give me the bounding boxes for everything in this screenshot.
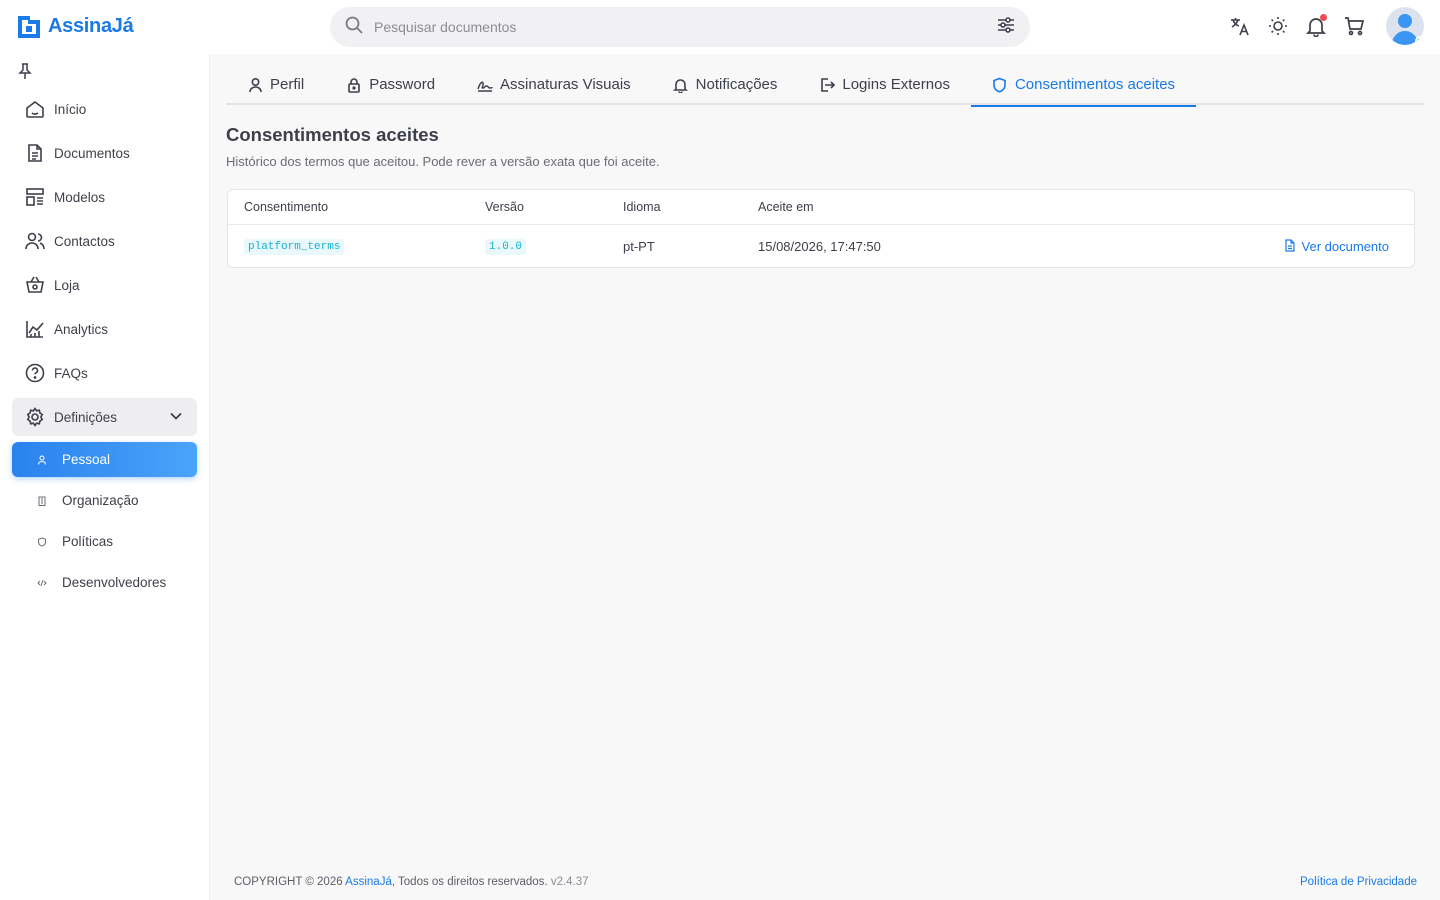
user-avatar[interactable] bbox=[1386, 7, 1424, 45]
pin-icon[interactable] bbox=[17, 62, 33, 85]
cart-icon[interactable] bbox=[1342, 14, 1366, 38]
notification-badge bbox=[1320, 14, 1327, 21]
sidebar-item-label: Documentos bbox=[54, 145, 130, 161]
sidebar-subitem-pessoal[interactable]: Pessoal bbox=[12, 442, 197, 477]
lock-icon bbox=[346, 77, 362, 93]
tab-perfil[interactable]: Perfil bbox=[226, 64, 325, 105]
tab-label: Password bbox=[369, 76, 436, 93]
sidebar-item-inicio[interactable]: Início bbox=[12, 90, 197, 128]
search-input[interactable]: Pesquisar documentos bbox=[374, 19, 996, 35]
sidebar-item-contactos[interactable]: Contactos bbox=[12, 222, 197, 260]
theme-sun-icon[interactable] bbox=[1266, 14, 1290, 38]
brand-logo[interactable]: AssinaJá bbox=[16, 12, 134, 40]
sidebar-item-label: Loja bbox=[54, 277, 80, 293]
consents-table: Consentimento Versão Idioma Aceite em pl… bbox=[227, 189, 1415, 268]
sidebar-item-label: FAQs bbox=[54, 365, 88, 381]
tab-notificacoes[interactable]: Notificações bbox=[652, 64, 799, 105]
view-document-link[interactable]: Ver documento bbox=[1284, 238, 1389, 255]
tab-label: Assinaturas Visuais bbox=[500, 76, 631, 93]
tab-password[interactable]: Password bbox=[325, 64, 456, 105]
user-icon bbox=[36, 454, 48, 466]
sidebar: Início Documentos Modelos Contactos Loja… bbox=[0, 54, 210, 900]
document-icon bbox=[24, 142, 46, 164]
sidebar-group-definicoes[interactable]: Definições bbox=[12, 398, 197, 436]
user-icon bbox=[247, 77, 263, 93]
tab-label: Notificações bbox=[695, 76, 778, 93]
templates-icon bbox=[24, 186, 46, 208]
view-document-label: Ver documento bbox=[1301, 239, 1389, 254]
sidebar-item-faqs[interactable]: FAQs bbox=[12, 354, 197, 392]
sidebar-item-loja[interactable]: Loja bbox=[12, 266, 197, 304]
sidebar-nav: Início Documentos Modelos Contactos Loja… bbox=[12, 90, 197, 606]
sidebar-subitem-label: Pessoal bbox=[62, 452, 111, 467]
footer-prefix: COPYRIGHT © 2026 bbox=[234, 876, 346, 888]
sidebar-item-label: Início bbox=[54, 101, 87, 117]
app-version: v2.4.37 bbox=[550, 876, 589, 888]
page-subtitle: Histórico dos termos que aceitou. Pode r… bbox=[226, 154, 660, 169]
contacts-icon bbox=[24, 230, 46, 252]
page-title: Consentimentos aceites bbox=[226, 124, 439, 145]
privacy-policy-link[interactable]: Política de Privacidade bbox=[1300, 876, 1417, 888]
column-header-idioma[interactable]: Idioma bbox=[623, 200, 661, 214]
signature-icon bbox=[477, 77, 493, 93]
filter-sliders-icon[interactable] bbox=[996, 15, 1016, 40]
tab-assinaturas-visuais[interactable]: Assinaturas Visuais bbox=[456, 64, 652, 105]
footer-brand-link[interactable]: AssinaJá bbox=[345, 876, 392, 888]
sidebar-item-modelos[interactable]: Modelos bbox=[12, 178, 197, 216]
login-icon bbox=[819, 77, 836, 93]
sidebar-item-documentos[interactable]: Documentos bbox=[12, 134, 197, 172]
tab-consentimentos-aceites[interactable]: Consentimentos aceites bbox=[970, 64, 1197, 107]
sidebar-subitem-desenvolvedores[interactable]: Desenvolvedores bbox=[12, 565, 197, 600]
column-header-versao[interactable]: Versão bbox=[485, 200, 524, 214]
online-status-dot bbox=[1415, 36, 1424, 45]
gear-icon bbox=[24, 406, 46, 428]
column-header-consentimento[interactable]: Consentimento bbox=[244, 200, 328, 214]
top-actions bbox=[1228, 7, 1424, 45]
chevron-down-icon bbox=[169, 409, 183, 426]
brand-name: AssinaJá bbox=[48, 14, 134, 37]
settings-tabs: Perfil Password Assinaturas Visuais Noti… bbox=[226, 64, 1424, 107]
shield-icon bbox=[992, 77, 1008, 93]
bell-icon bbox=[673, 77, 689, 93]
sidebar-subitem-label: Desenvolvedores bbox=[62, 575, 167, 590]
sidebar-subitem-politicas[interactable]: Políticas bbox=[12, 524, 197, 559]
column-header-aceite-em[interactable]: Aceite em bbox=[758, 200, 814, 214]
sidebar-subitem-label: Políticas bbox=[62, 534, 114, 549]
document-icon bbox=[1284, 238, 1296, 255]
top-bar: AssinaJá Pesquisar documentos bbox=[0, 0, 1440, 54]
analytics-icon bbox=[24, 318, 46, 340]
logo-icon bbox=[16, 12, 42, 40]
sidebar-item-label: Analytics bbox=[54, 321, 109, 337]
bell-icon[interactable] bbox=[1304, 14, 1328, 38]
sidebar-item-analytics[interactable]: Analytics bbox=[12, 310, 197, 348]
basket-icon bbox=[24, 274, 46, 296]
consent-key-badge: platform_terms bbox=[244, 238, 345, 255]
language-cell: pt-PT bbox=[623, 239, 655, 254]
search-bar[interactable]: Pesquisar documentos bbox=[330, 7, 1030, 47]
tab-logins-externos[interactable]: Logins Externos bbox=[798, 64, 971, 105]
help-icon bbox=[24, 362, 46, 384]
sidebar-group-label: Definições bbox=[54, 409, 118, 425]
sidebar-subitem-label: Organização bbox=[62, 493, 139, 508]
sidebar-subitem-organizacao[interactable]: Organização bbox=[12, 483, 197, 518]
accepted-at-cell: 15/08/2026, 17:47:50 bbox=[758, 239, 881, 254]
tab-label: Perfil bbox=[270, 76, 305, 93]
table-row: platform_terms 1.0.0 pt-PT 15/08/2026, 1… bbox=[228, 225, 1414, 268]
footer-copyright: COPYRIGHT © 2026 AssinaJá, Todos os dire… bbox=[234, 876, 589, 888]
home-icon bbox=[24, 98, 46, 120]
building-icon bbox=[36, 495, 48, 507]
tab-label: Consentimentos aceites bbox=[1014, 76, 1176, 93]
translate-icon[interactable] bbox=[1228, 14, 1252, 38]
sidebar-item-label: Contactos bbox=[54, 233, 115, 249]
table-header: Consentimento Versão Idioma Aceite em bbox=[228, 190, 1414, 225]
search-icon bbox=[344, 15, 364, 40]
shield-icon bbox=[36, 536, 48, 548]
code-icon bbox=[36, 577, 48, 589]
tab-label: Logins Externos bbox=[842, 76, 950, 93]
footer-suffix: , Todos os direitos reservados. bbox=[391, 876, 548, 888]
sidebar-item-label: Modelos bbox=[54, 189, 106, 205]
version-badge: 1.0.0 bbox=[485, 238, 527, 255]
